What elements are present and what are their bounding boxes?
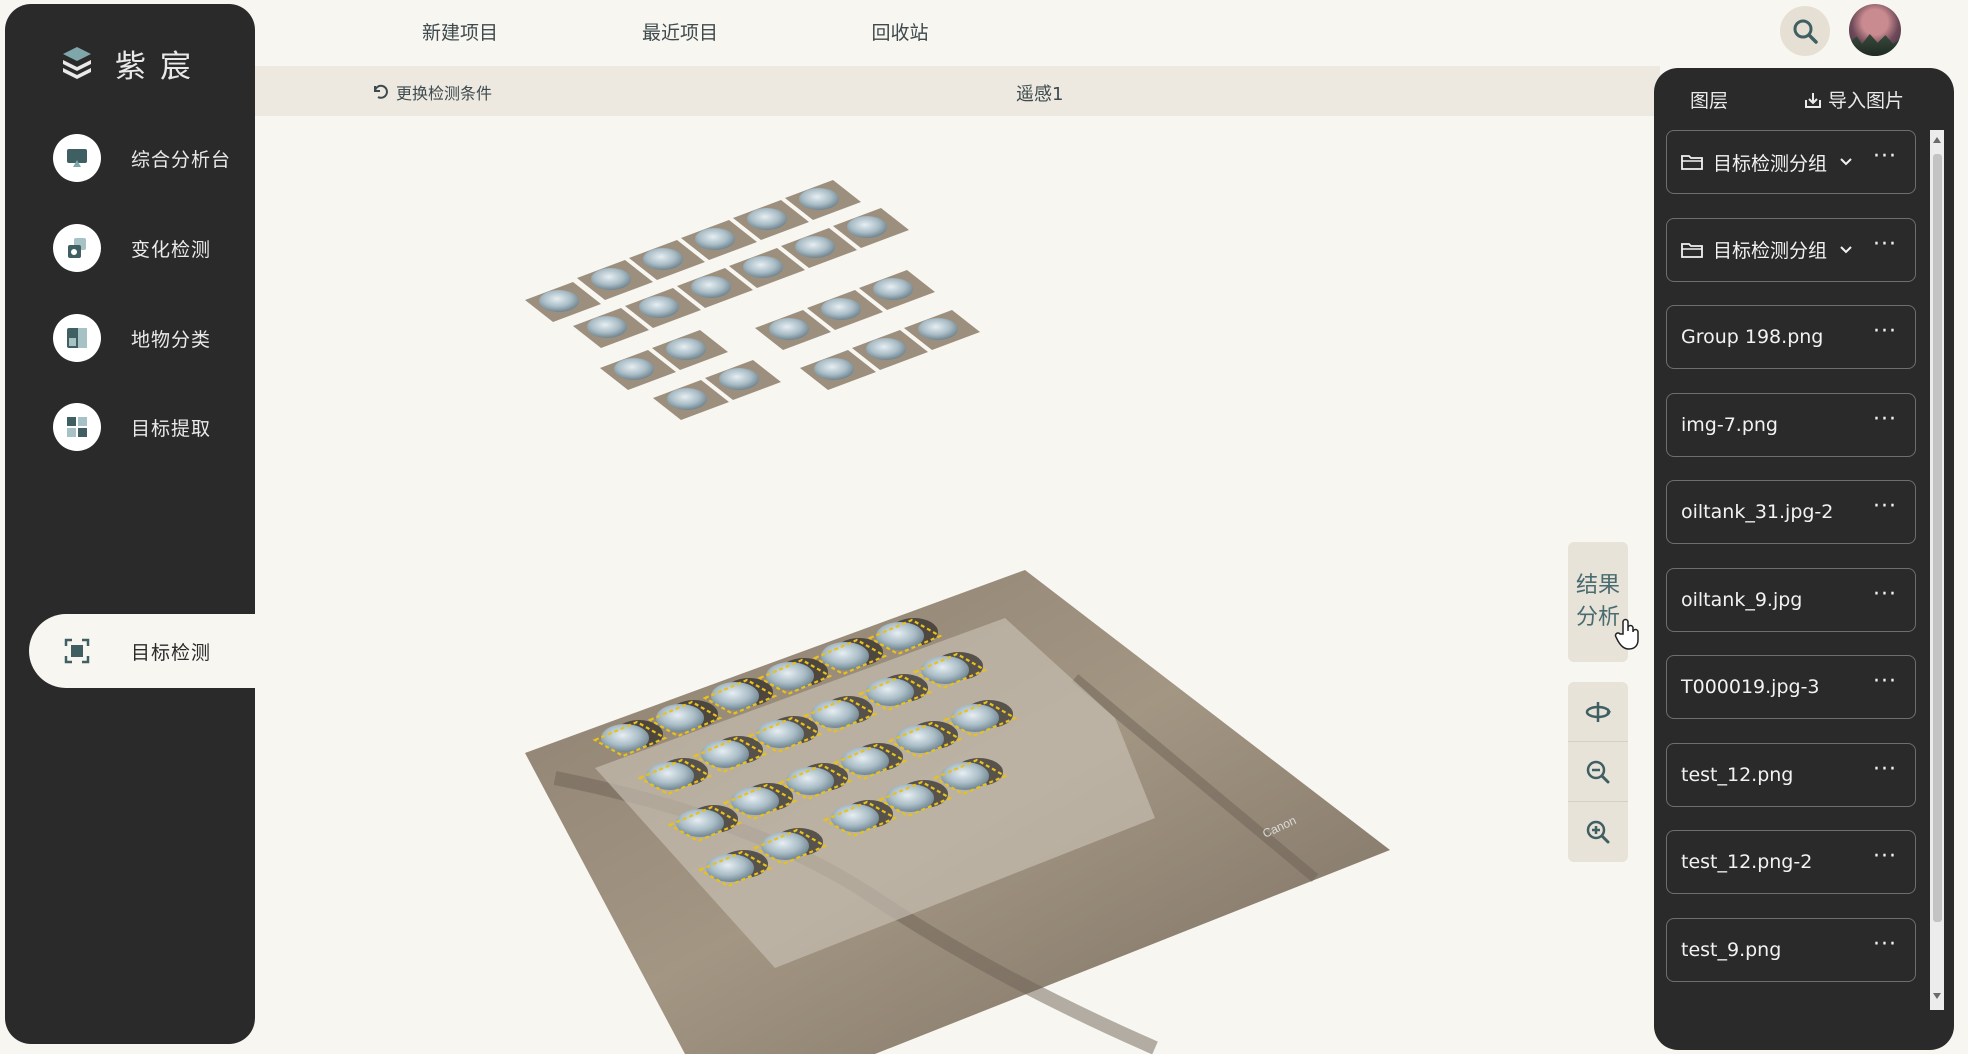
more-options-button[interactable]: ···	[1873, 321, 1897, 343]
sidebar-item-label: 目标检测	[131, 641, 212, 664]
detection-crop	[525, 282, 601, 322]
more-options-button[interactable]: ···	[1873, 233, 1897, 255]
brand-name: 紫宸	[115, 48, 205, 85]
zoom-out-button[interactable]	[1568, 742, 1628, 802]
layer-name: img-7.png	[1681, 413, 1778, 436]
layer-item[interactable]: test_12.png-2 ···	[1666, 830, 1916, 894]
satellite-image: Canon	[525, 570, 1390, 1054]
folder-icon	[1681, 153, 1703, 171]
sidebar-item-change-detection[interactable]: 变化检测	[29, 211, 259, 285]
layer-panel-header: 图层 导入图片	[1654, 86, 1954, 116]
chevron-down-icon[interactable]	[1839, 245, 1853, 255]
project-title: 遥感1	[1016, 84, 1064, 105]
nav-recycle-bin[interactable]: 回收站	[790, 18, 1010, 45]
layer-item[interactable]: test_12.png ···	[1666, 742, 1916, 807]
zoom-out-icon	[1586, 760, 1610, 783]
top-nav: 新建项目 最近项目 回收站	[350, 18, 1010, 45]
zoom-in-icon	[1586, 820, 1610, 844]
image-viewer[interactable]: Canon	[255, 118, 1660, 1054]
target-frame-icon	[53, 627, 101, 675]
grid-icon	[53, 403, 101, 451]
sidebar-item-analysis-desk[interactable]: 综合分析台	[29, 121, 259, 195]
more-options-button[interactable]: ···	[1873, 933, 1897, 955]
layer-name: 目标检测分组	[1713, 152, 1828, 175]
import-icon	[1805, 92, 1821, 108]
tab-layers[interactable]: 图层	[1690, 86, 1728, 113]
layer-name: test_12.png	[1681, 763, 1794, 786]
detection-crops	[525, 180, 980, 420]
layers-icon	[53, 224, 101, 272]
scroll-up-icon[interactable]	[1931, 134, 1943, 146]
sidebar-item-label: 综合分析台	[131, 148, 232, 171]
search-button[interactable]	[1780, 6, 1830, 56]
more-options-button[interactable]: ···	[1873, 583, 1897, 605]
layer-item[interactable]: oiltank_31.jpg-2 ···	[1666, 480, 1916, 544]
more-options-button[interactable]: ···	[1873, 146, 1897, 168]
monitor-icon	[53, 134, 101, 182]
rotate-button[interactable]	[1568, 682, 1628, 742]
layer-item[interactable]: Group 198.png ···	[1666, 305, 1916, 369]
search-icon	[1793, 19, 1818, 44]
scrollbar-thumb[interactable]	[1933, 154, 1942, 922]
folder-icon	[1681, 241, 1703, 259]
layer-item-group[interactable]: 目标检测分组 ···	[1666, 130, 1916, 194]
panel-icon	[53, 314, 101, 362]
sidebar-item-land-classification[interactable]: 地物分类	[29, 301, 259, 375]
more-options-button[interactable]: ···	[1873, 671, 1897, 693]
layer-name: T000019.jpg-3	[1681, 676, 1820, 698]
sidebar-item-target-extraction[interactable]: 目标提取	[29, 390, 259, 464]
view-tools	[1568, 682, 1628, 862]
layer-item-group[interactable]: 目标检测分组 ···	[1666, 217, 1916, 282]
sidebar-item-label: 地物分类	[131, 328, 212, 351]
undo-icon	[374, 84, 388, 99]
layer-name: Group 198.png	[1681, 326, 1824, 348]
layer-name: test_9.png	[1681, 938, 1782, 961]
change-conditions-button[interactable]: 更换检测条件	[370, 80, 492, 104]
layer-name: oiltank_9.jpg	[1681, 588, 1803, 611]
more-options-button[interactable]: ···	[1873, 846, 1897, 868]
sidebar-item-target-detection[interactable]: 目标检测	[29, 614, 259, 688]
brand[interactable]: 紫宸	[57, 38, 205, 88]
more-options-button[interactable]: ···	[1873, 758, 1897, 780]
hand-cursor-icon	[1614, 618, 1639, 650]
viewer-canvas[interactable]: Canon	[255, 118, 1660, 1054]
import-image-label: 导入图片	[1828, 90, 1905, 112]
layer-item[interactable]: img-7.png ···	[1666, 392, 1916, 457]
layer-item[interactable]: test_9.png ···	[1666, 917, 1916, 982]
zoom-in-button[interactable]	[1568, 802, 1628, 862]
layer-panel: 图层 导入图片 目标检测分组 ··· 目标检测分组 ··· Group 198.…	[1654, 68, 1954, 1050]
layer-name: test_12.png-2	[1681, 851, 1813, 873]
logo-icon	[63, 47, 91, 79]
more-options-button[interactable]: ···	[1873, 408, 1897, 430]
sidebar-item-label: 变化检测	[131, 238, 212, 261]
scroll-down-icon[interactable]	[1931, 990, 1943, 1002]
chevron-down-icon[interactable]	[1839, 157, 1853, 167]
layer-name: oiltank_31.jpg-2	[1681, 501, 1834, 523]
nav-recent-projects[interactable]: 最近项目	[570, 18, 790, 45]
layer-list: 目标检测分组 ··· 目标检测分组 ··· Group 198.png ··· …	[1666, 130, 1916, 1005]
change-conditions-label: 更换检测条件	[396, 84, 493, 103]
layer-item[interactable]: oiltank_9.jpg ···	[1666, 567, 1916, 632]
more-options-button[interactable]: ···	[1873, 496, 1897, 518]
sidebar-item-label: 目标提取	[131, 417, 212, 440]
avatar[interactable]	[1849, 4, 1901, 56]
nav-new-project[interactable]: 新建项目	[350, 18, 570, 45]
import-image-button[interactable]: 导入图片	[1804, 86, 1904, 113]
layer-item[interactable]: T000019.jpg-3 ···	[1666, 655, 1916, 719]
sidebar: 紫宸 综合分析台 变化检测 地物分类 目标提取 目标检测	[5, 4, 259, 1044]
rotate-icon	[1585, 701, 1611, 722]
layer-name: 目标检测分组	[1713, 240, 1828, 262]
